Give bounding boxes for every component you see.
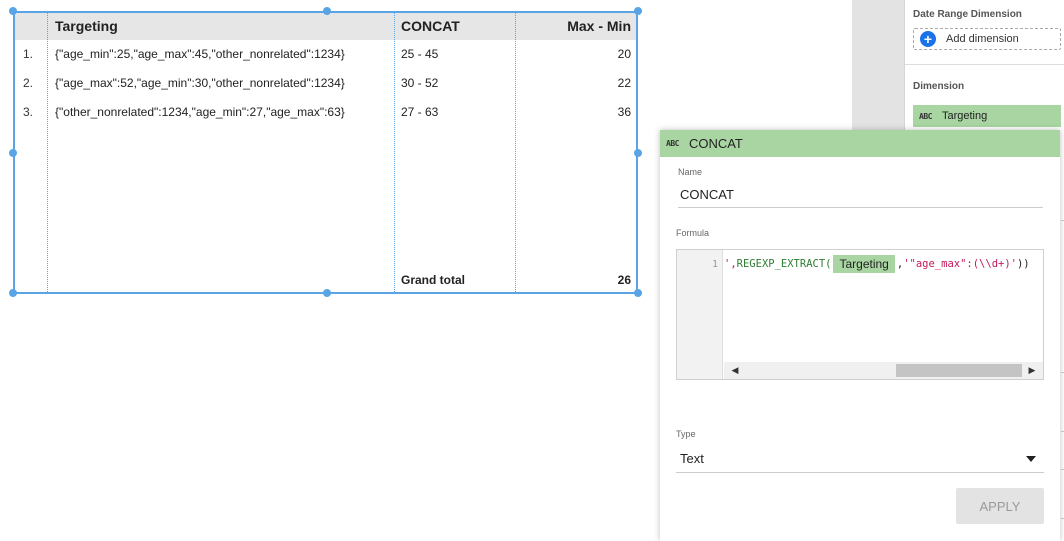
formula-editor[interactable]: 1 ', REGEXP_EXTRACT( Targeting , '"age_m… [676, 249, 1044, 380]
add-dimension-label: Add dimension [946, 33, 1019, 45]
formula-code[interactable]: ', REGEXP_EXTRACT( Targeting , '"age_max… [724, 253, 1030, 275]
resize-handle-bottom[interactable] [323, 289, 331, 297]
name-underline [678, 207, 1043, 208]
text-type-icon: ABC [919, 111, 932, 121]
plus-icon: + [920, 31, 936, 47]
resize-handle-bottom-right[interactable] [634, 289, 642, 297]
add-dimension-button[interactable]: + Add dimension [913, 28, 1061, 50]
targeting-cell: {"other_nonrelated":1234,"age_min":27,"a… [55, 105, 345, 119]
grand-total-label: Grand total [401, 273, 466, 287]
editor-header: ABC CONCAT [660, 130, 1060, 157]
resize-handle-top-right[interactable] [634, 7, 642, 15]
row-number: 3. [23, 105, 34, 119]
field-token-targeting[interactable]: Targeting [833, 255, 895, 273]
dimension-chip-label: Targeting [941, 110, 988, 122]
scroll-left-arrow-icon[interactable]: ◀ [728, 362, 742, 379]
resize-handle-left[interactable] [9, 149, 17, 157]
formula-suffix: )) [1016, 258, 1030, 270]
formula-pattern: '"age_max":(\\d+)' [903, 258, 1017, 270]
formula-label: Formula [676, 228, 710, 238]
type-underline [676, 472, 1044, 473]
calculated-field-editor: ABC CONCAT Name CONCAT Formula 1 ', REGE… [660, 130, 1060, 541]
type-label: Type [676, 429, 696, 439]
targeting-cell: {"age_max":52,"age_min":30,"other_nonrel… [55, 76, 345, 90]
row-number: 1. [23, 47, 34, 61]
resize-handle-right[interactable] [634, 149, 642, 157]
column-header-targeting[interactable]: Targeting [55, 13, 118, 40]
max-min-cell: 22 [617, 76, 631, 90]
name-label: Name [678, 167, 703, 177]
column-header-concat[interactable]: CONCAT [401, 13, 460, 40]
divider [905, 64, 1064, 65]
max-min-cell: 36 [617, 105, 631, 119]
targeting-cell: {"age_min":25,"age_max":45,"other_nonrel… [55, 47, 345, 61]
formula-function: REGEXP_EXTRACT( [736, 258, 832, 270]
column-header-max-min[interactable]: Max - Min [515, 13, 631, 40]
dropdown-arrow-icon[interactable] [1026, 456, 1036, 462]
horizontal-scrollbar[interactable]: ◀ ▶ [724, 362, 1043, 379]
grand-total-value: 26 [617, 273, 631, 287]
date-range-dimension-label: Date Range Dimension [913, 9, 1022, 20]
text-type-icon: ABC [666, 139, 679, 148]
line-number: 1 [712, 259, 719, 270]
column-divider [394, 13, 395, 292]
name-field[interactable]: CONCAT [680, 187, 734, 202]
data-table[interactable]: Targeting CONCAT Max - Min 1. {"age_min"… [13, 11, 638, 294]
concat-cell: 27 - 63 [401, 105, 439, 119]
resize-handle-bottom-left[interactable] [9, 289, 17, 297]
resize-handle-top-left[interactable] [9, 7, 17, 15]
column-divider [47, 13, 48, 292]
resize-handle-top[interactable] [323, 7, 331, 15]
apply-button[interactable]: APPLY [956, 488, 1044, 524]
formula-prefix: ', [724, 258, 737, 270]
row-number: 2. [23, 76, 34, 90]
type-select[interactable]: Text [680, 451, 704, 466]
scrollbar-thumb[interactable] [896, 364, 1022, 377]
max-min-cell: 20 [617, 47, 631, 61]
editor-title: CONCAT [688, 136, 743, 151]
concat-cell: 30 - 52 [401, 76, 439, 90]
dimension-chip-targeting[interactable]: ABC Targeting [913, 105, 1061, 127]
scroll-right-arrow-icon[interactable]: ▶ [1025, 362, 1039, 379]
dimension-section-label: Dimension [913, 81, 965, 92]
concat-cell: 25 - 45 [401, 47, 439, 61]
